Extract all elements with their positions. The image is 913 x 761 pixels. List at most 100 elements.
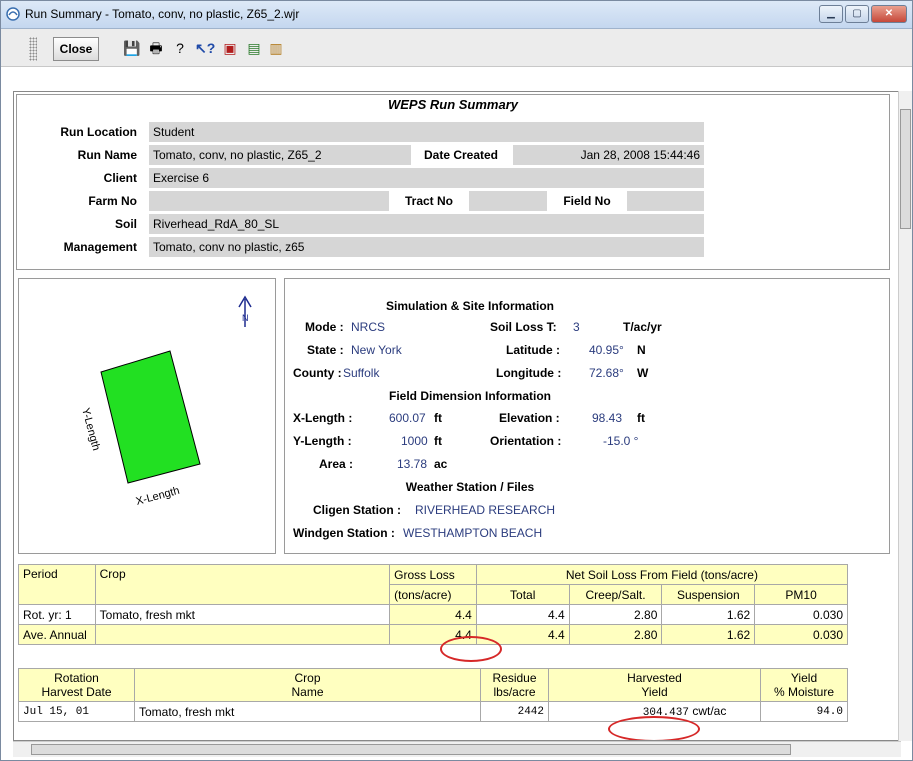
gross-loss-unit: (tons/acre) — [389, 584, 477, 605]
pm10-cell: 0.030 — [754, 604, 848, 625]
toolbar-grip[interactable] — [29, 37, 37, 61]
x-length-value: 600.07 — [389, 411, 426, 425]
gross-loss-highlight — [440, 636, 502, 662]
y-length-label: Y-Length — [79, 407, 102, 452]
county-label: County : — [293, 366, 342, 380]
run-summary-window: Run Summary - Tomato, conv, no plastic, … — [0, 0, 913, 761]
state-value: New York — [351, 343, 402, 357]
field-diagram-panel: N Y-Length X-Length — [18, 278, 276, 554]
tract-no-value — [469, 191, 547, 212]
area-label: Area : — [319, 457, 354, 471]
run-location-label: Run Location — [60, 125, 137, 139]
cligen-label: Cligen Station : — [313, 503, 401, 517]
soil-loss-t-value: 3 — [573, 320, 580, 334]
soil-loss-table: Period Crop Gross Loss Net Soil Loss Fro… — [18, 564, 849, 645]
x-length-label: X-Length : — [293, 411, 353, 425]
crop-header: Crop — [94, 564, 391, 605]
toolbar: Close 💾 🖶 ? ↖? ▣ ▤ ▥ — [1, 29, 912, 67]
y-length-value: 1000 — [401, 434, 428, 448]
maximize-button[interactable]: ▢ — [845, 5, 869, 23]
period-cell: Ave. Annual — [18, 624, 96, 645]
crop-name-header: Crop Name — [134, 668, 481, 702]
context-help-icon[interactable]: ↖? — [195, 39, 215, 57]
orientation-label: Orientation : — [490, 434, 562, 448]
management-label: Management — [63, 240, 137, 254]
report-content: WEPS Run Summary Run Location Student Ru… — [13, 91, 901, 741]
soil-loss-t-label: Soil Loss T: — [490, 320, 557, 334]
crop-cell: Tomato, fresh mkt — [94, 604, 391, 625]
site-info-heading: Simulation & Site Information — [385, 299, 554, 313]
residue-header: Residue lbs/acre — [480, 668, 549, 702]
vertical-scrollbar[interactable] — [898, 91, 912, 741]
windgen-label: Windgen Station : — [293, 526, 395, 540]
orientation-value: -15.0 ° — [603, 434, 639, 448]
creep-cell: 2.80 — [568, 604, 663, 625]
net-loss-header: Net Soil Loss From Field (tons/acre) — [475, 564, 849, 585]
field-no-value — [627, 191, 704, 212]
report-icon[interactable]: ▣ — [221, 39, 239, 57]
mode-label: Mode : — [305, 320, 344, 334]
yield-unit: cwt/ac — [692, 704, 727, 718]
harvest-crop-cell: Tomato, fresh mkt — [134, 701, 481, 722]
date-created-value: Jan 28, 2008 15:44:46 — [513, 145, 704, 166]
horizontal-scroll-thumb[interactable] — [31, 744, 791, 755]
run-location-value: Student — [149, 122, 704, 143]
horizontal-scrollbar[interactable] — [13, 741, 901, 757]
run-name-label: Run Name — [77, 148, 137, 162]
period-cell: Rot. yr: 1 — [18, 604, 96, 625]
close-button[interactable]: Close — [53, 37, 99, 61]
x-length-unit: ft — [434, 411, 442, 425]
run-name-value: Tomato, conv, no plastic, Z65_2 — [149, 145, 411, 166]
field-no-label: Field No — [563, 194, 611, 208]
management-value: Tomato, conv no plastic, z65 — [149, 237, 704, 258]
county-value: Suffolk — [343, 366, 380, 380]
help-icon[interactable]: ? — [171, 39, 189, 57]
pm10-cell: 0.030 — [754, 624, 848, 645]
save-icon[interactable]: 💾 — [123, 39, 141, 57]
table-row: Jul 15, 01 Tomato, fresh mkt 2442 304.43… — [18, 701, 848, 722]
y-length-unit: ft — [434, 434, 442, 448]
x-length-label: X-Length — [135, 485, 181, 508]
weather-heading: Weather Station / Files — [405, 480, 535, 494]
elevation-label: Elevation : — [499, 411, 560, 425]
vertical-scroll-thumb[interactable] — [900, 109, 911, 229]
period-header: Period — [18, 564, 96, 605]
elevation-unit: ft — [637, 411, 645, 425]
soil-value: Riverhead_RdA_80_SL — [149, 214, 704, 235]
harvest-header-row: Rotation Harvest Date Crop Name Residue lbs… — [18, 668, 848, 702]
creep-cell: 2.80 — [568, 624, 663, 645]
export-icon[interactable]: ▤ — [245, 39, 263, 57]
soil-label: Soil — [114, 217, 137, 231]
north-label: N — [242, 313, 249, 323]
soil-loss-t-unit: T/ac/yr — [623, 320, 662, 334]
rotation-header: Rotation Harvest Date — [18, 668, 135, 702]
yield-highlight — [608, 716, 700, 740]
mode-value: NRCS — [351, 320, 386, 334]
elevation-value: 98.43 — [592, 411, 623, 425]
longitude-label: Longitude : — [496, 366, 562, 380]
field-dimension-heading: Field Dimension Information — [388, 389, 551, 403]
gross-cell: 4.4 — [389, 604, 477, 625]
total-header: Total — [475, 584, 570, 605]
field-diagram: N Y-Length X-Length — [79, 295, 252, 508]
harvest-date-cell: Jul 15, 01 — [18, 701, 135, 722]
crop-cell — [94, 624, 391, 645]
yield-header: Harvested Yield — [548, 668, 761, 702]
windgen-value: WESTHAMPTON BEACH — [403, 526, 543, 540]
date-created-label: Date Created — [423, 148, 499, 162]
window-title: Run Summary - Tomato, conv, no plastic, … — [25, 7, 300, 21]
client-value: Exercise 6 — [149, 168, 704, 189]
close-window-button[interactable]: ✕ — [871, 5, 907, 23]
tract-no-label: Tract No — [404, 194, 453, 208]
total-cell: 4.4 — [475, 604, 570, 625]
detail-report-icon[interactable]: ▥ — [267, 39, 285, 57]
site-info-panel: Simulation & Site Information Mode : NRC… — [284, 278, 890, 554]
title-bar: Run Summary - Tomato, conv, no plastic, … — [1, 1, 912, 29]
longitude-dir: W — [637, 366, 649, 380]
state-label: State : — [307, 343, 344, 357]
suspension-header: Suspension — [661, 584, 756, 605]
print-icon[interactable]: 🖶 — [147, 39, 165, 57]
cligen-value: RIVERHEAD RESEARCH — [415, 503, 556, 517]
y-length-label: Y-Length : — [293, 434, 352, 448]
minimize-button[interactable]: ▁ — [819, 5, 843, 23]
